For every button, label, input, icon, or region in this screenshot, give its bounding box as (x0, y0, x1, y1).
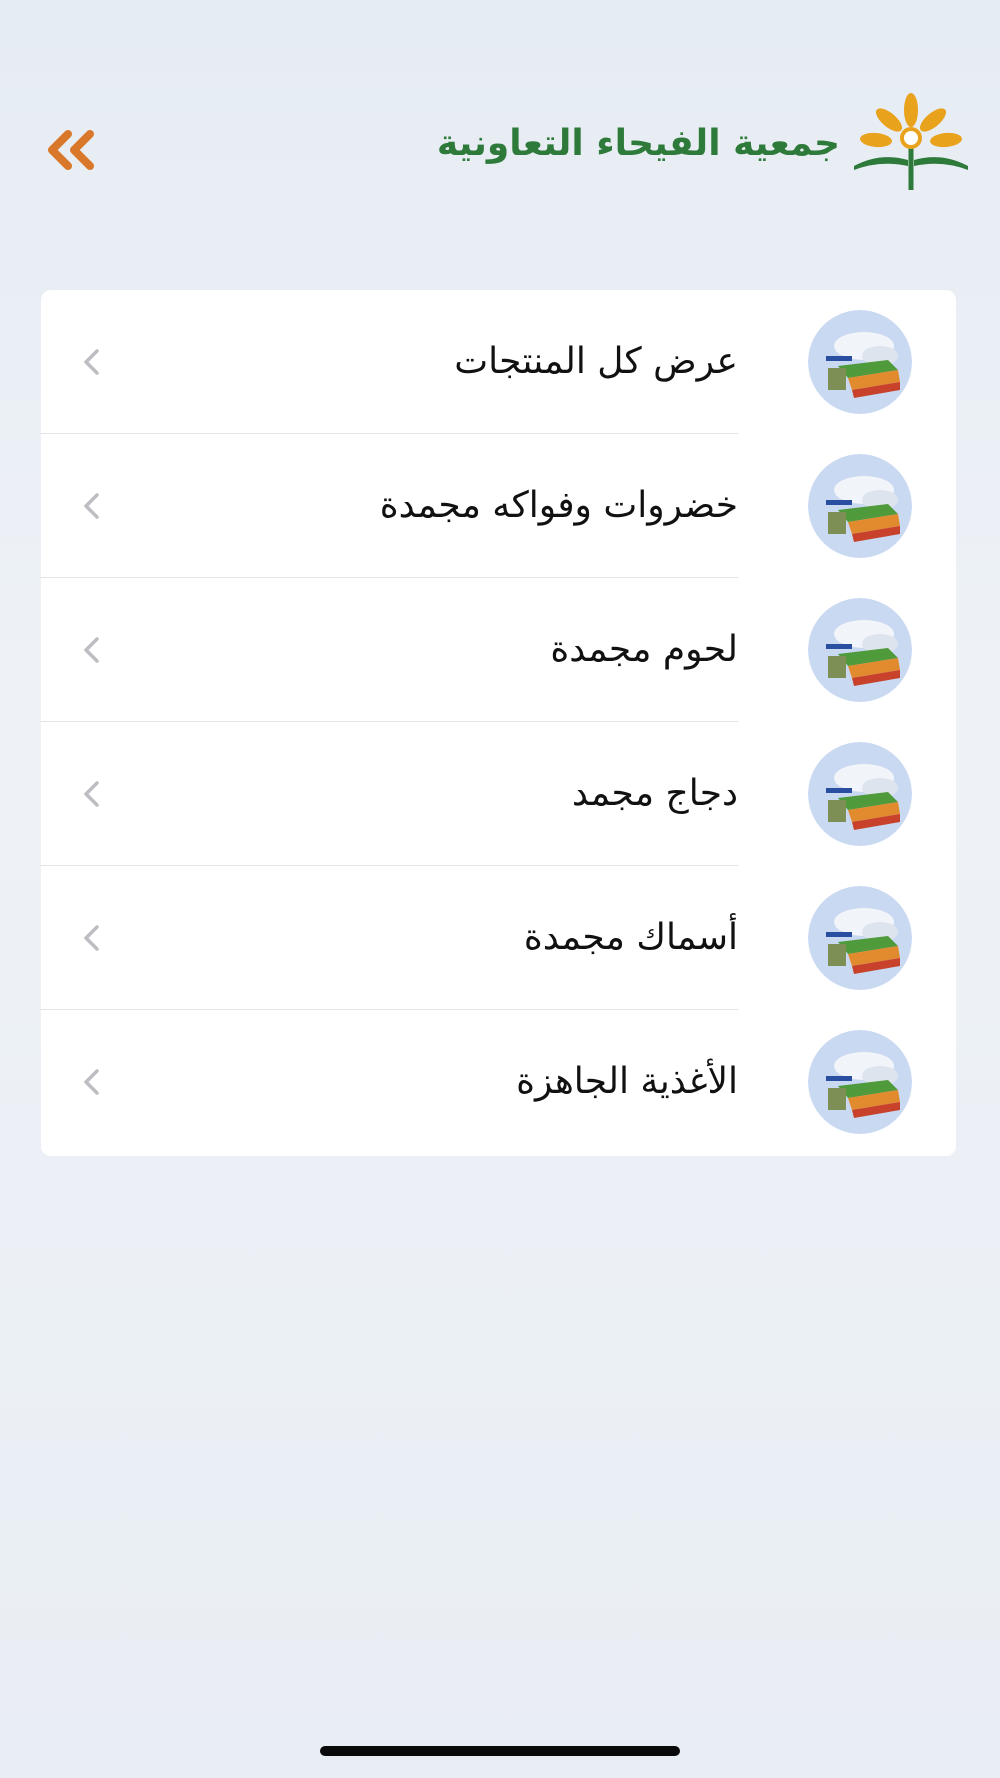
brand-name: جمعية الفيحاء التعاونية (436, 122, 840, 164)
category-thumbnail-icon (808, 742, 912, 846)
chevron-right-icon (84, 349, 99, 375)
category-list: عرض كل المنتجات خضروات وفواكه مجمدة لحوم… (41, 290, 956, 1156)
category-label: دجاج مجمد (571, 773, 738, 814)
chevron-right-icon (84, 925, 99, 951)
chevron-right-icon (84, 1069, 99, 1095)
category-label: خضروات وفواكه مجمدة (379, 485, 738, 526)
double-chevron-left-icon (48, 130, 94, 170)
brand: جمعية الفيحاء التعاونية (437, 90, 972, 200)
category-row[interactable]: دجاج مجمد (41, 722, 956, 866)
category-label: عرض كل المنتجات (454, 341, 738, 382)
chevron-right-icon (84, 637, 99, 663)
category-thumbnail-icon (808, 310, 912, 414)
category-thumbnail-icon (808, 1030, 912, 1134)
category-row[interactable]: الأغذية الجاهزة (41, 1010, 956, 1154)
category-row[interactable]: خضروات وفواكه مجمدة (41, 434, 956, 578)
category-row[interactable]: عرض كل المنتجات (41, 290, 956, 434)
category-label: لحوم مجمدة (550, 629, 738, 670)
category-row[interactable]: أسماك مجمدة (41, 866, 956, 1010)
category-thumbnail-icon (808, 454, 912, 558)
flower-logo-icon (854, 93, 968, 190)
chevron-right-icon (84, 781, 99, 807)
app-header: جمعية الفيحاء التعاونية (0, 90, 1000, 210)
back-button[interactable] (38, 126, 108, 174)
category-thumbnail-icon (808, 886, 912, 990)
home-indicator[interactable] (320, 1746, 680, 1756)
chevron-right-icon (84, 493, 99, 519)
category-label: أسماك مجمدة (523, 917, 738, 958)
category-label: الأغذية الجاهزة (516, 1061, 738, 1102)
category-thumbnail-icon (808, 598, 912, 702)
category-row[interactable]: لحوم مجمدة (41, 578, 956, 722)
